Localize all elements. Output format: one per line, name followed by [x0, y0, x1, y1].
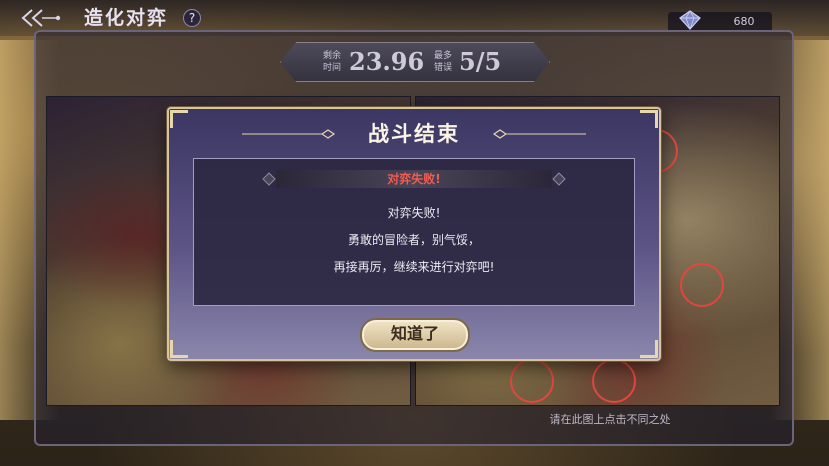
result-status-label: 对弈失败! [387, 172, 441, 186]
dialog-corner-ornament [640, 340, 658, 358]
page-title: 造化对弈 [84, 7, 169, 29]
result-message-line: 对弈失败! [387, 206, 441, 220]
diamond-ornament-icon [552, 172, 566, 186]
currency-value: 680 [733, 15, 755, 28]
difference-marker [510, 359, 554, 403]
error-limit-label: 最多错误 [433, 51, 452, 73]
difference-marker [592, 359, 636, 403]
result-message-line: 再接再厉，继续来进行对弈吧! [333, 260, 495, 274]
diamond-ornament-icon [262, 172, 276, 186]
error-count-value: 5/5 [459, 47, 502, 76]
dialog-corner-ornament [640, 110, 658, 128]
crystal-icon [679, 10, 701, 31]
time-remaining-value: 23.96 [349, 47, 425, 76]
difference-marker [680, 263, 724, 307]
help-button[interactable]: ? [183, 9, 201, 27]
back-button[interactable] [16, 5, 64, 31]
hint-text: 请在此图上点击不同之处 [549, 413, 671, 426]
title-ornament-right [492, 129, 586, 139]
dialog-title: 战斗结束 [368, 121, 460, 146]
double-chevron-back-icon [21, 9, 61, 27]
result-message-line: 勇敢的冒险者，别气馁， [347, 233, 480, 247]
dialog-corner-ornament [170, 110, 188, 128]
acknowledge-button[interactable]: 知道了 [360, 318, 470, 352]
dialog-corner-ornament [170, 340, 188, 358]
time-remaining-label: 剩余时间 [322, 51, 341, 73]
title-ornament-left [242, 129, 336, 139]
